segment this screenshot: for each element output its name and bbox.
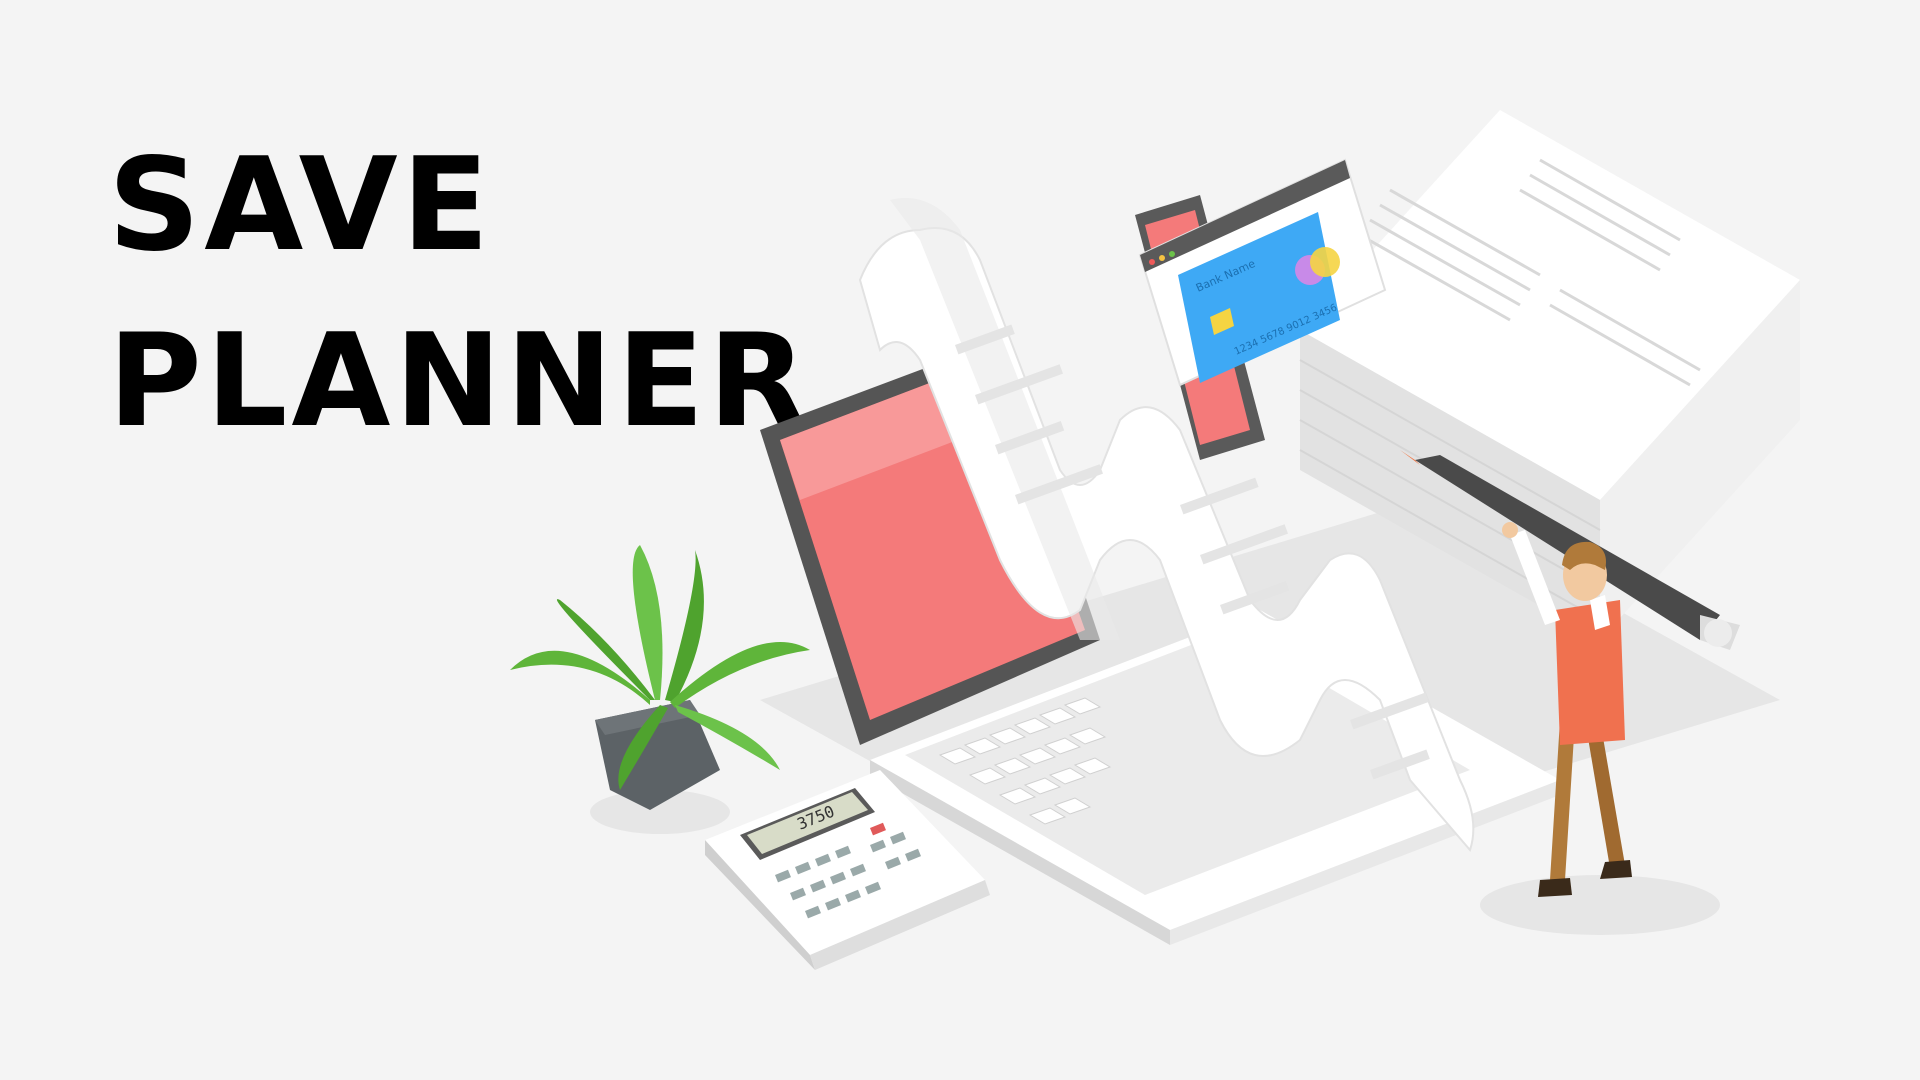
plant-icon xyxy=(510,545,810,810)
finance-illustration: Bank Name 1234 5678 9012 3456 3750 xyxy=(510,110,1800,970)
